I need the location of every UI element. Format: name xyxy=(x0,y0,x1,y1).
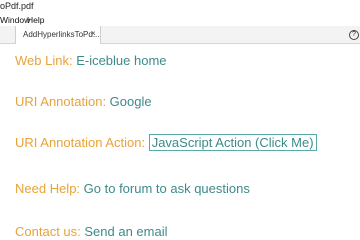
document-page: Web Link: E-iceblue home URI Annotation:… xyxy=(0,44,360,240)
javascript-action-link[interactable]: JavaScript Action (Click Me) xyxy=(148,134,317,151)
title-bar: oPdf.pdf xyxy=(0,0,360,14)
row-contact-us: Contact us: Send an email xyxy=(15,224,168,239)
menu-window[interactable]: Window xyxy=(0,15,30,25)
row-web-link: Web Link: E-iceblue home xyxy=(15,53,167,68)
row-need-help: Need Help: Go to forum to ask questions xyxy=(15,181,250,196)
menu-bar: Window Help xyxy=(0,14,360,26)
tab-label: AddHyperlinksToPd... xyxy=(23,30,100,39)
help-icon[interactable]: ? xyxy=(349,30,359,40)
window-title: oPdf.pdf xyxy=(0,1,34,11)
email-link[interactable]: Send an email xyxy=(84,224,167,239)
need-help-label: Need Help: xyxy=(15,181,84,196)
web-link-label: Web Link: xyxy=(15,53,77,68)
uri-annotation-link[interactable]: Google xyxy=(110,94,152,109)
tab-strip: AddHyperlinksToPd... × ? xyxy=(0,26,360,44)
menu-help[interactable]: Help xyxy=(27,15,44,25)
web-link[interactable]: E-iceblue home xyxy=(76,53,166,68)
tab-document[interactable]: AddHyperlinksToPd... × xyxy=(15,26,101,44)
uri-annotation-label: URI Annotation: xyxy=(15,94,110,109)
forum-link[interactable]: Go to forum to ask questions xyxy=(84,181,250,196)
row-uri-annotation-action: URI Annotation Action: JavaScript Action… xyxy=(15,134,317,151)
contact-us-label: Contact us: xyxy=(15,224,85,239)
uri-annotation-action-label: URI Annotation Action: xyxy=(15,135,149,150)
row-uri-annotation: URI Annotation: Google xyxy=(15,94,152,109)
close-icon[interactable]: × xyxy=(91,29,96,38)
